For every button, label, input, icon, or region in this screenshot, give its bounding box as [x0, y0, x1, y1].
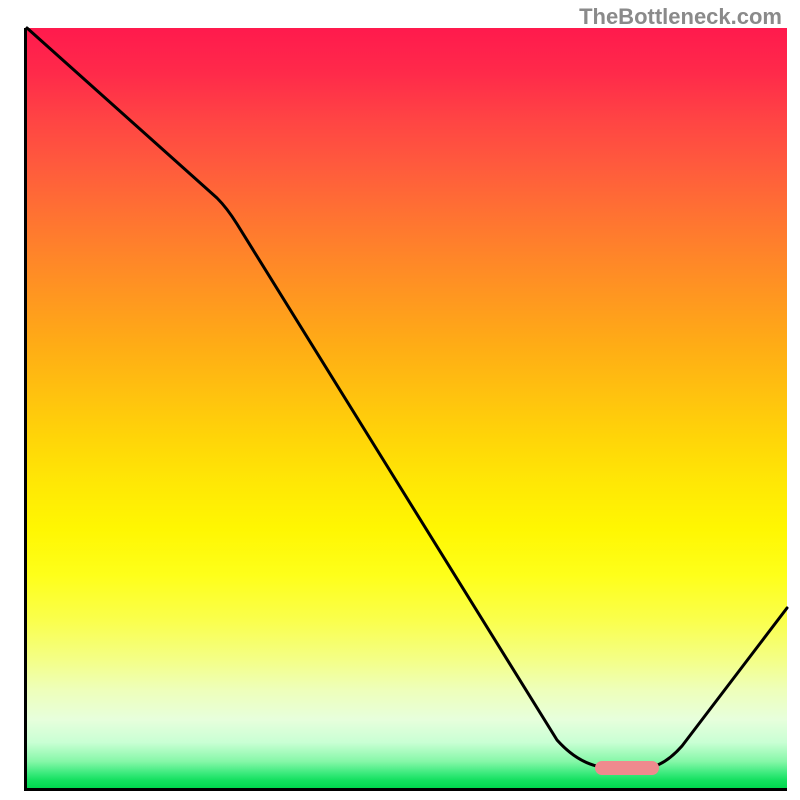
optimal-marker	[595, 761, 659, 775]
plot-area	[24, 28, 787, 791]
bottleneck-line	[27, 28, 787, 768]
watermark-text: TheBottleneck.com	[579, 4, 782, 30]
chart-svg	[27, 28, 787, 788]
